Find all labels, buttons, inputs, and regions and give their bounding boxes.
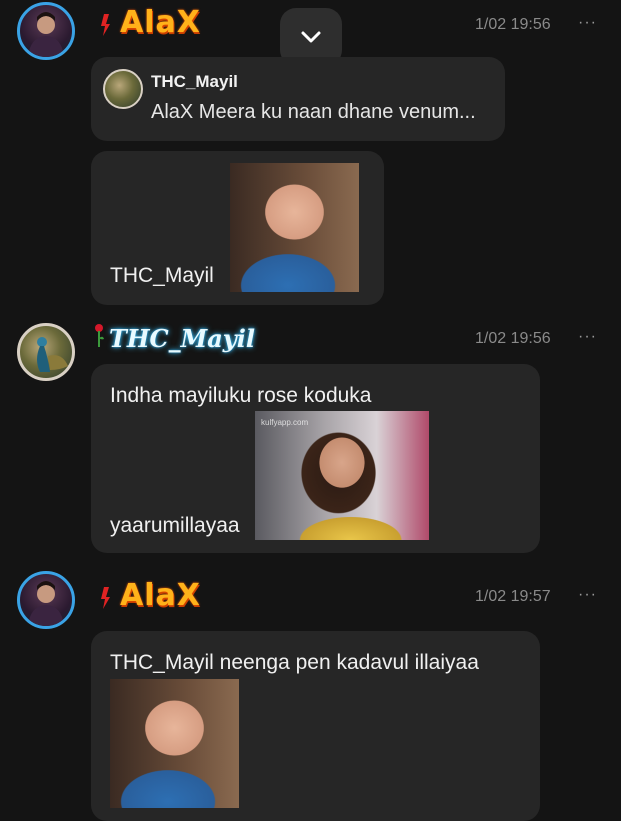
smiling-woman-gif[interactable]: kulfyapp.com (255, 411, 429, 540)
message-time: 1/02 19:56 (475, 330, 551, 347)
message-bubble[interactable]: Indha mayiluku rose koduka yaarumillayaa… (91, 364, 540, 553)
chevron-down-icon (301, 31, 321, 43)
message-time: 1/02 19:57 (475, 588, 551, 605)
avatar-thc-mayil[interactable] (17, 323, 75, 381)
lightning-icon (101, 14, 110, 36)
lightning-icon (101, 587, 110, 609)
sender-name[interactable]: AlaX (120, 5, 201, 40)
gif-watermark: kulfyapp.com (261, 418, 309, 427)
avatar-alax[interactable] (17, 2, 75, 60)
reply-avatar (103, 69, 143, 109)
reply-text: AlaX Meera ku naan dhane venum... (151, 101, 476, 123)
crying-child-gif[interactable] (230, 163, 359, 292)
message-bubble[interactable]: THC_Mayil (91, 151, 384, 305)
message-text-line-1: Indha mayiluku rose koduka (110, 384, 372, 407)
message-bubble[interactable]: THC_Mayil neenga pen kadavul illaiyaa (91, 631, 540, 821)
person-icon (28, 12, 64, 57)
peacock-icon (37, 337, 68, 372)
reply-quote[interactable]: THC_Mayil AlaX Meera ku naan dhane venum… (91, 57, 505, 141)
avatar-alax[interactable] (17, 571, 75, 629)
message-text: THC_Mayil neenga pen kadavul illaiyaa (110, 651, 479, 674)
crying-child-gif[interactable] (110, 679, 239, 808)
message-text: THC_Mayil (110, 264, 214, 287)
more-options-button[interactable]: ··· (578, 586, 597, 604)
message-text-line-2: yaarumillayaa (110, 514, 240, 537)
reply-sender-name: THC_Mayil (151, 72, 238, 91)
sender-name[interactable]: AlaX (120, 578, 201, 613)
more-options-button[interactable]: ··· (578, 14, 597, 32)
person-icon (28, 581, 64, 626)
message-time: 1/02 19:56 (475, 16, 551, 33)
sender-name[interactable]: THC_Mayil (109, 324, 255, 353)
more-options-button[interactable]: ··· (578, 328, 597, 346)
rose-icon (95, 324, 104, 347)
